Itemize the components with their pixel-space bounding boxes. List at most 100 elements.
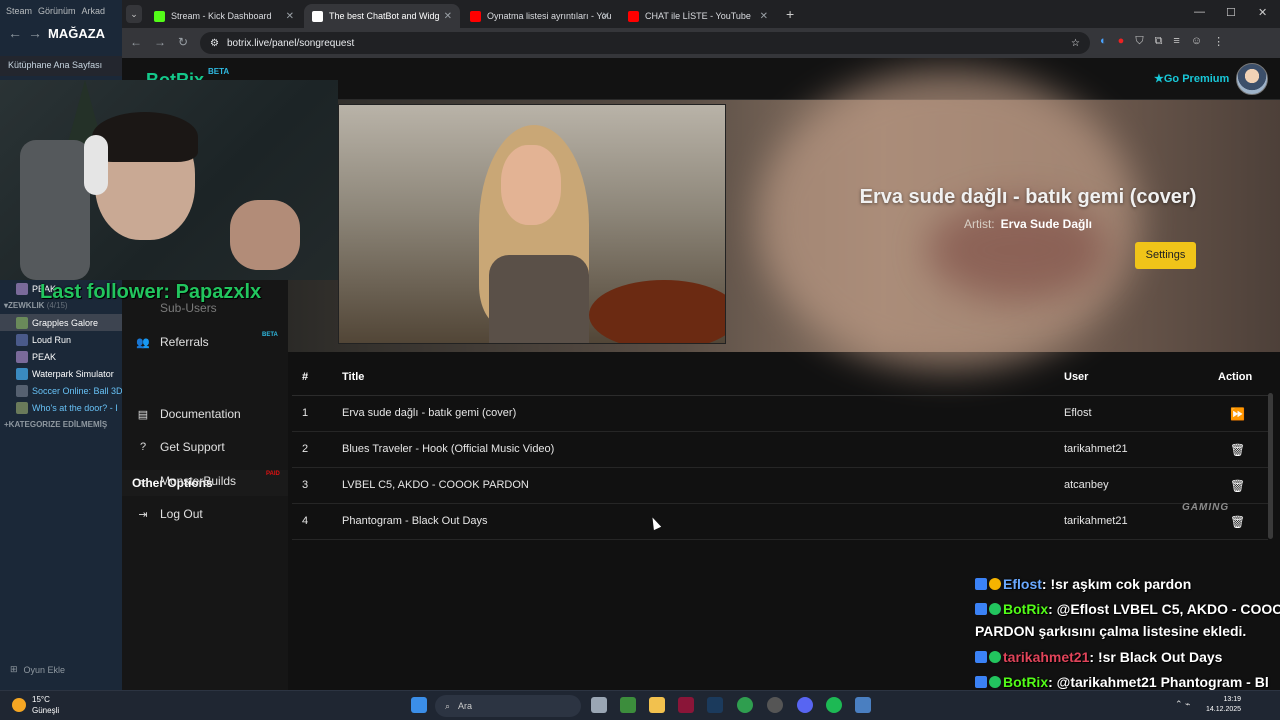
file-explorer-icon[interactable] [649, 697, 665, 713]
chat-badge-icon [989, 651, 1001, 663]
chrome-menu-icon[interactable]: ⋮ [1213, 35, 1224, 48]
steam-store-link[interactable]: MAĞAZA [48, 26, 105, 41]
chat-message: Eflost: !sr aşkım cok pardon [975, 576, 1191, 592]
app-icon[interactable] [767, 697, 783, 713]
youtube-extension-icon[interactable]: ● [1118, 35, 1125, 48]
clock[interactable]: 13:19 14.12.2025 [1206, 695, 1241, 715]
go-premium-link[interactable]: ★Go Premium [1154, 72, 1229, 85]
song-title: Blues Traveler - Hook (Official Music Vi… [342, 443, 555, 455]
taskbar-search[interactable]: ⌕ Ara [435, 695, 581, 717]
sidebar-item[interactable]: ▤ Documentation [130, 402, 280, 426]
steam-game-item[interactable]: Waterpark Simulator [0, 365, 122, 382]
trash-icon[interactable]: 🗑 [1230, 443, 1245, 457]
category-label: ZEWKLIK [8, 301, 45, 310]
reload-icon[interactable]: ↻ [178, 35, 188, 49]
steam-game-item[interactable]: PEAK [0, 348, 122, 365]
steam-game-item[interactable]: Grapples Galore [0, 314, 122, 331]
tab-close-icon[interactable]: ✕ [444, 11, 452, 22]
close-window-icon[interactable]: ✕ [1258, 6, 1267, 19]
browser-tab[interactable]: CHAT ile LİSTE - YouTube ✕ [620, 4, 776, 28]
new-tab-icon[interactable]: + [786, 6, 794, 22]
video-player[interactable] [338, 104, 726, 344]
steam-game-item[interactable]: Soccer Online: Ball 3D [0, 382, 122, 399]
windows-start-icon[interactable] [411, 697, 427, 713]
tab-label: Oynatma listesi ayrıntıları - You [487, 11, 612, 21]
steam-menu-friends[interactable]: Arkad [82, 6, 106, 16]
trash-icon[interactable]: 🗑 [1230, 479, 1245, 493]
app-icon[interactable] [855, 697, 871, 713]
user-avatar[interactable] [1236, 63, 1268, 95]
maximize-icon[interactable]: ☐ [1226, 6, 1236, 19]
browser-tab[interactable]: The best ChatBot and Widg ✕ [304, 4, 460, 28]
xbox-icon[interactable] [620, 697, 636, 713]
url-text: botrix.live/panel/songrequest [226, 37, 355, 49]
chat-message: BotRix: @tarikahmet21 Phantogram - Bl [975, 674, 1269, 690]
bookmark-star-icon[interactable]: ☆ [1071, 38, 1080, 49]
spotify-icon[interactable] [826, 697, 842, 713]
tab-label: Stream - Kick Dashboard [171, 11, 272, 21]
game-label: Waterpark Simulator [32, 368, 114, 379]
now-playing-panel: Erva sude dağlı - batık gemi (cover) Art… [288, 70, 1280, 370]
sidebar-item-label: Log Out [160, 507, 203, 521]
chat-text: : !sr aşkım cok pardon [1041, 576, 1192, 592]
steam-menu-view[interactable]: Görünüm [38, 6, 76, 16]
requested-by: atcanbey [1064, 479, 1109, 491]
back-icon[interactable]: ← [130, 35, 142, 49]
site-info-icon[interactable]: ⚙ [210, 38, 219, 49]
media-control-icon[interactable]: ≡ [1173, 35, 1179, 48]
monitor-icon: ▭ [137, 475, 149, 488]
steam-game-item[interactable]: Loud Run [0, 331, 122, 348]
game-label: Loud Run [32, 334, 72, 345]
add-game-button[interactable]: ⊞ Oyun Ekle [10, 664, 65, 675]
steam-library-home[interactable]: Kütüphane Ana Sayfası [0, 56, 122, 76]
steam-category-uncategorized[interactable]: + KATEGORIZE EDİLMEMİŞ [0, 416, 122, 433]
system-tray[interactable]: ⌃ ⌁ [1175, 699, 1190, 710]
tab-close-icon[interactable]: ✕ [760, 11, 768, 22]
now-playing-title: Erva sude dağlı - batık gemi (cover) [859, 186, 1197, 208]
steam-icon[interactable] [707, 697, 723, 713]
nav-badge: PAID [266, 471, 280, 477]
profile-icon[interactable]: ☺ [1191, 35, 1202, 48]
weather-widget[interactable]: 15°C Güneşli [12, 694, 59, 716]
chat-username: Eflost [1003, 576, 1042, 592]
requested-by: tarikahmet21 [1064, 515, 1128, 527]
sidebar-item[interactable]: ⇥ Log Out [130, 502, 280, 526]
app-icon[interactable] [678, 697, 694, 713]
tab-close-icon[interactable]: ✕ [602, 11, 610, 22]
sidebar-item[interactable]: ▭ MonsterBuilds PAID [130, 469, 280, 493]
forward-icon[interactable]: → [154, 35, 166, 49]
discord-icon[interactable] [797, 697, 813, 713]
chat-badge-icon [975, 676, 987, 688]
extensions-puzzle-icon[interactable]: ⧉ [1155, 35, 1163, 48]
extension-icons: ◐ ● ⛉ ⧉ ≡ ☺ ⋮ [1100, 35, 1224, 48]
steam-game-item[interactable]: Who's at the door? - I [0, 399, 122, 416]
tab-close-icon[interactable]: ✕ [286, 11, 294, 22]
webcam-frame-part [20, 140, 90, 280]
scrollbar[interactable] [1268, 393, 1273, 539]
forward-arrow-icon[interactable]: → [28, 25, 42, 41]
back-arrow-icon[interactable]: ← [8, 25, 22, 41]
tab-bar: ⌄ Stream - Kick Dashboard ✕ The best ChatB… [122, 0, 1280, 28]
translate-icon[interactable]: ◐ [1100, 35, 1107, 48]
shield-icon[interactable]: ⛉ [1135, 35, 1143, 48]
search-placeholder: Ara [458, 701, 473, 711]
song-title: Erva sude dağlı - batık gemi (cover) [342, 407, 517, 419]
browser-tab[interactable]: Oynatma listesi ayrıntıları - You ✕ [462, 4, 618, 28]
chat-badge-icon [975, 603, 987, 615]
chrome-icon[interactable] [737, 697, 753, 713]
url-input[interactable]: ⚙ botrix.live/panel/songrequest ☆ [200, 32, 1090, 54]
tab-search-button[interactable]: ⌄ [126, 5, 142, 23]
fast-forward-icon[interactable]: ⏩ [1230, 407, 1245, 421]
sidebar-item[interactable]: ? Get Support [130, 435, 280, 459]
temperature: 15°C [32, 695, 50, 704]
minimize-icon[interactable]: — [1194, 6, 1205, 18]
trash-icon[interactable]: 🗑 [1230, 515, 1245, 529]
settings-button[interactable]: Settings [1135, 242, 1196, 269]
header-title: Title [342, 371, 365, 383]
task-view-icon[interactable] [591, 697, 607, 713]
category-label: KATEGORIZE EDİLMEMİŞ [8, 420, 108, 429]
beta-badge: BETA [208, 67, 230, 76]
steam-menu-steam[interactable]: Steam [6, 6, 32, 16]
browser-tab[interactable]: Stream - Kick Dashboard ✕ [146, 4, 302, 28]
sidebar-item[interactable]: 👥 Referrals BETA [130, 330, 280, 354]
